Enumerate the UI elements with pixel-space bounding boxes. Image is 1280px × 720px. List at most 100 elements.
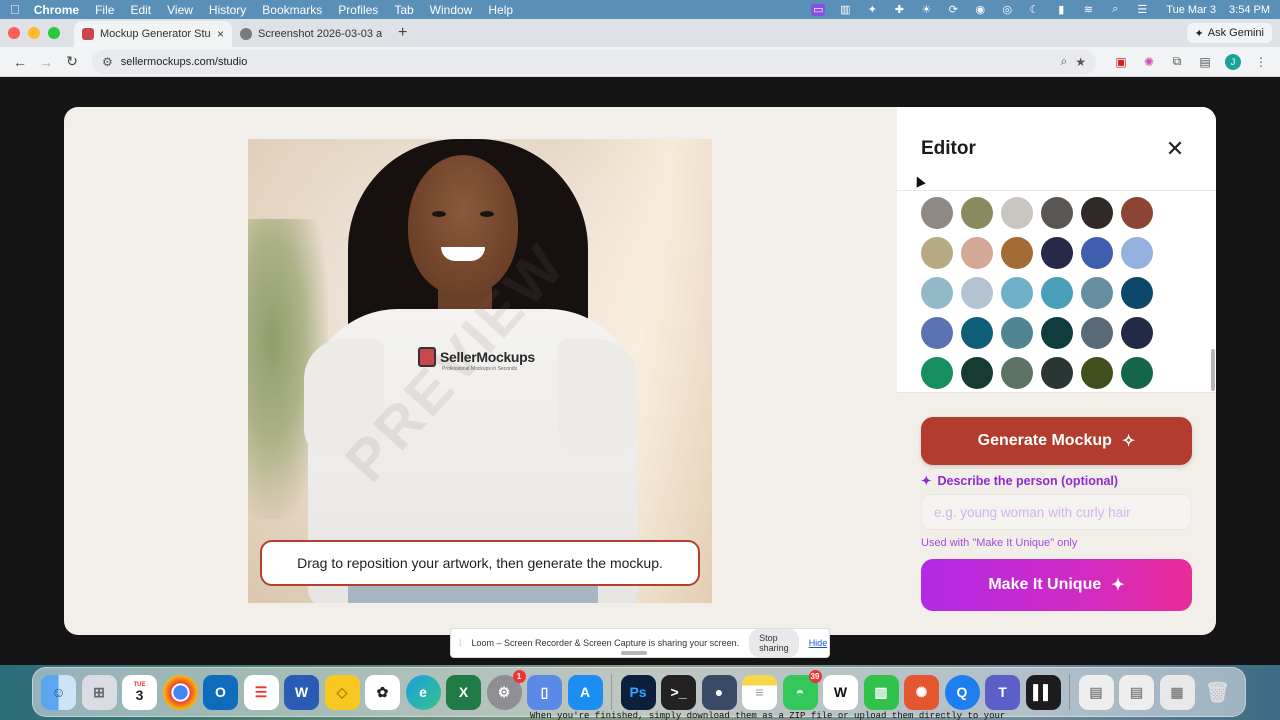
voice-memos-icon[interactable]: ▌▌ [1025, 674, 1061, 710]
claude-icon[interactable]: ✺ [904, 674, 939, 710]
pdf-extension-icon[interactable]: ▣ [1110, 51, 1132, 73]
app-store-icon[interactable]: A [567, 674, 603, 710]
edge-icon[interactable]: e [405, 674, 441, 710]
sparkle-icon[interactable]: ✦ [865, 4, 879, 16]
tab-mockup-generator[interactable]: Mockup Generator Studio | Se × [74, 21, 232, 47]
generate-mockup-button[interactable]: Generate Mockup ✧ [921, 417, 1192, 465]
menu-tab[interactable]: Tab [394, 3, 413, 17]
color-swatch[interactable] [1001, 197, 1033, 229]
close-window-button[interactable] [8, 27, 20, 39]
color-swatch[interactable] [1121, 357, 1153, 389]
color-swatch[interactable] [1081, 357, 1113, 389]
color-swatch[interactable] [921, 237, 953, 269]
search-icon[interactable]: ⌕ [1108, 3, 1122, 16]
extensions-icon[interactable]: ✚ [892, 4, 906, 16]
hide-link[interactable]: Hide [809, 638, 828, 648]
robot-app-icon[interactable]: ● [701, 674, 737, 710]
menu-view[interactable]: View [167, 3, 193, 17]
stats-icon[interactable]: ▥ [838, 4, 852, 16]
document-icon[interactable]: ▤ [1119, 674, 1154, 710]
url-text[interactable]: sellermockups.com/studio [121, 56, 1053, 68]
profile-button[interactable]: J [1222, 51, 1244, 73]
downloads-stack-icon[interactable]: ▦ [1159, 674, 1195, 710]
close-icon[interactable]: ✕ [1165, 136, 1185, 161]
photoshop-icon[interactable]: Ps [620, 674, 656, 710]
control-center-icon[interactable]: ☰ [1135, 4, 1149, 16]
color-swatch[interactable] [1041, 317, 1073, 349]
back-arrow-icon[interactable]: ← [8, 50, 32, 74]
quicktime-icon[interactable]: Q [944, 674, 980, 710]
minimize-window-button[interactable] [28, 27, 40, 39]
chatgpt-icon[interactable]: ✿ [365, 674, 400, 710]
color-swatch[interactable] [1001, 357, 1033, 389]
extensions-puzzle-icon[interactable]: ⧉ [1166, 51, 1188, 73]
color-swatch[interactable] [961, 357, 993, 389]
mockup-preview[interactable]: PREVIEW SellerMockups Professional Mocku… [248, 139, 712, 603]
color-swatch[interactable] [961, 237, 993, 269]
finder-icon[interactable]: ☺ [41, 674, 76, 710]
color-swatch[interactable] [921, 197, 953, 229]
address-bar[interactable]: ⚙ sellermockups.com/studio ⌕ ★ [92, 49, 1096, 74]
menu-history[interactable]: History [209, 3, 246, 17]
reload-icon[interactable]: ↻ [60, 50, 84, 74]
launchpad-icon[interactable]: ⊞ [81, 674, 117, 710]
site-info-icon[interactable]: ⚙ [102, 55, 113, 69]
color-swatch[interactable] [1001, 317, 1033, 349]
iphone-mirroring-icon[interactable]: ▯ [527, 674, 562, 710]
color-swatch[interactable] [921, 357, 953, 389]
menu-file[interactable]: File [95, 3, 114, 17]
color-swatch[interactable] [1081, 237, 1113, 269]
forward-arrow-icon[interactable]: → [34, 50, 58, 74]
sketch-icon[interactable]: ◇ [324, 674, 360, 710]
draggable-artwork[interactable]: SellerMockups Professional Mockups in Se… [418, 347, 535, 372]
zoom-icon[interactable]: ⌕ [1061, 54, 1068, 69]
menu-bookmarks[interactable]: Bookmarks [262, 3, 322, 17]
system-settings-icon[interactable]: ⚙ 1 [486, 669, 526, 710]
terminal-icon[interactable]: >_ [661, 674, 696, 710]
color-swatch[interactable] [1001, 237, 1033, 269]
close-tab-icon[interactable]: × [217, 27, 224, 41]
outlook-icon[interactable]: O [203, 674, 238, 710]
new-tab-button[interactable]: + [398, 24, 407, 42]
color-swatch[interactable] [1081, 277, 1113, 309]
apple-menu-icon[interactable]:  [10, 2, 20, 17]
notes-icon[interactable]: ≡ [742, 674, 777, 710]
color-swatch[interactable] [1121, 317, 1153, 349]
color-swatch[interactable] [1121, 197, 1153, 229]
messages-icon[interactable]: ◓ 39 [782, 669, 822, 710]
color-swatch[interactable] [1081, 197, 1113, 229]
color-swatch[interactable] [921, 277, 953, 309]
side-panel-icon[interactable]: ▤ [1194, 51, 1216, 73]
reminders-icon[interactable]: ☰ [243, 674, 279, 710]
wordle-icon[interactable]: W [823, 674, 858, 710]
color-swatch[interactable] [1001, 277, 1033, 309]
color-swatch[interactable] [921, 317, 953, 349]
make-it-unique-button[interactable]: Make It Unique ✦ [921, 559, 1192, 611]
color-swatch[interactable] [961, 317, 993, 349]
fullscreen-window-button[interactable] [48, 27, 60, 39]
loom-extension-icon[interactable]: ✺ [1138, 51, 1160, 73]
color-swatch[interactable] [1121, 277, 1153, 309]
color-swatch[interactable] [1041, 237, 1073, 269]
sync-icon[interactable]: ⟳ [946, 4, 960, 16]
globe-icon[interactable]: ◎ [1000, 4, 1014, 16]
color-swatch[interactable] [1121, 237, 1153, 269]
color-swatch[interactable] [1081, 317, 1113, 349]
color-swatch[interactable] [1041, 197, 1073, 229]
stop-sharing-button[interactable]: Stop sharing [749, 629, 799, 657]
moon-icon[interactable]: ☾ [1027, 4, 1041, 16]
excel-icon[interactable]: X [446, 674, 481, 710]
brightness-icon[interactable]: ☀ [919, 4, 933, 16]
teams-icon[interactable]: T [985, 674, 1020, 710]
wifi-icon[interactable]: ≋ [1081, 4, 1095, 16]
battery-icon[interactable]: ▮ [1054, 4, 1068, 16]
menu-help[interactable]: Help [488, 3, 513, 17]
numbers-icon[interactable]: ▥ [863, 674, 899, 710]
bar-handle[interactable] [621, 651, 647, 655]
menu-edit[interactable]: Edit [130, 3, 151, 17]
document-icon[interactable]: ▤ [1078, 674, 1114, 710]
trash-icon[interactable]: 🗑 [1200, 675, 1235, 710]
color-swatch[interactable] [1041, 277, 1073, 309]
camera-icon[interactable]: ◉ [973, 4, 987, 16]
bookmark-star-icon[interactable]: ★ [1075, 55, 1086, 69]
